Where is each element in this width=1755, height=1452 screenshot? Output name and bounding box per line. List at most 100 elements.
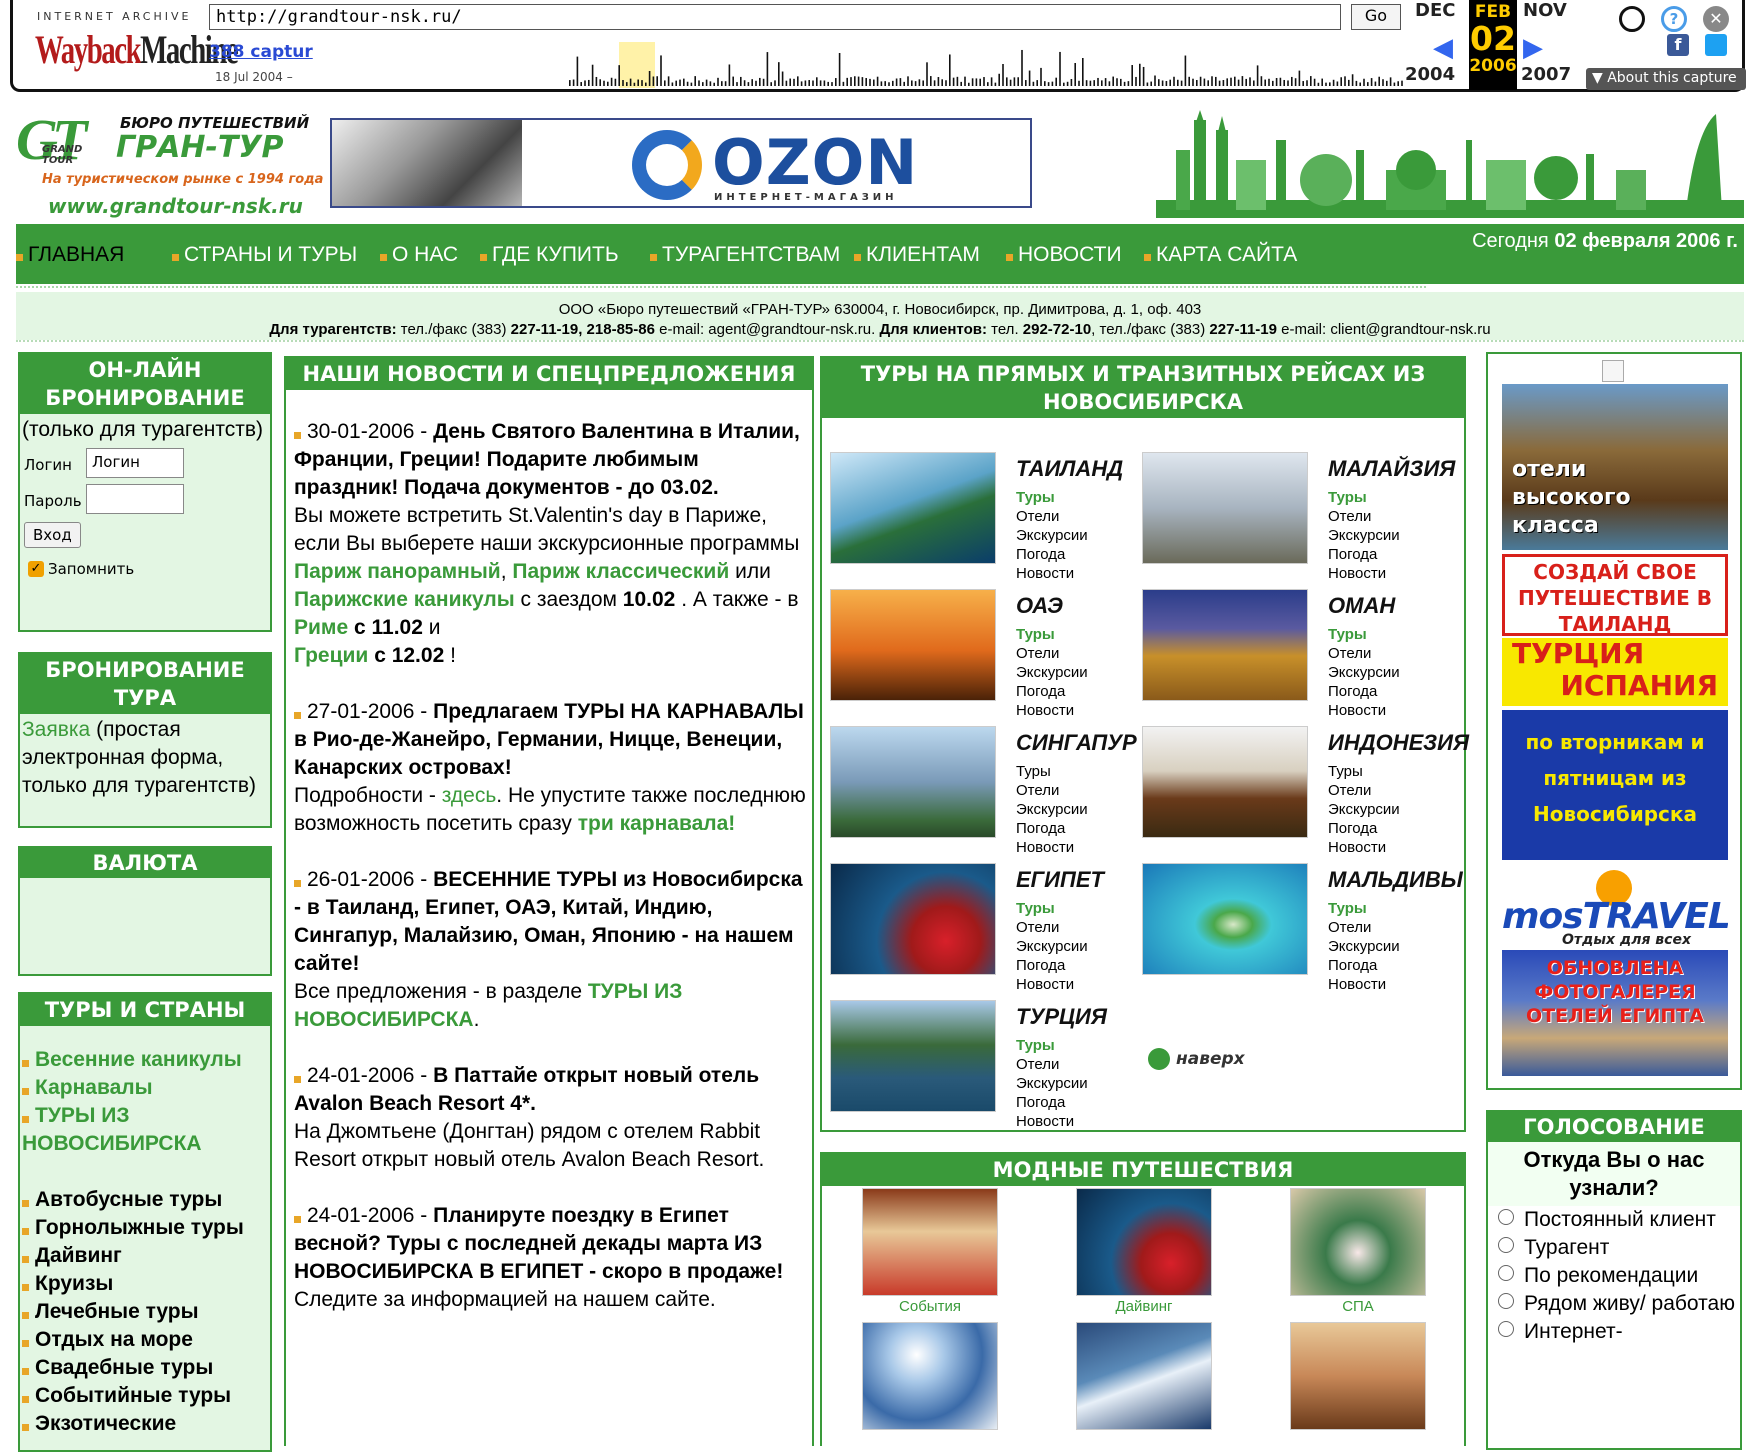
wayback-next-month[interactable]: NOV: [1523, 0, 1567, 21]
fashion-item-fishing[interactable]: [1076, 1322, 1212, 1430]
remember-checkbox[interactable]: ✓: [28, 560, 44, 577]
tour-sublink-hotels[interactable]: Отели: [1016, 644, 1088, 663]
ad-create-trip[interactable]: СОЗДАЙ СВОЕ ПУТЕШЕСТВИЕ В ТАИЛАНД: [1502, 554, 1728, 636]
tour-sublink-excursions[interactable]: Экскурсии: [1328, 663, 1400, 682]
tours-link[interactable]: Событийные туры: [22, 1382, 268, 1410]
poll-option[interactable]: Рядом живу/ работаю: [1488, 1290, 1740, 1318]
tour-booking-link[interactable]: Заявка: [22, 718, 90, 741]
poll-radio[interactable]: [1498, 1321, 1514, 1338]
tours-link[interactable]: Карнавалы: [22, 1074, 268, 1102]
tour-sublink-excursions[interactable]: Экскурсии: [1016, 1074, 1088, 1093]
tours-link[interactable]: Дайвинг: [22, 1242, 268, 1270]
tours-link[interactable]: Горнолыжные туры: [22, 1214, 268, 1242]
tour-country-name[interactable]: ОМАН: [1328, 593, 1395, 619]
fashion-item-spa[interactable]: СПА: [1290, 1188, 1426, 1315]
tour-sublink-excursions[interactable]: Экскурсии: [1016, 937, 1088, 956]
tour-country-name[interactable]: СИНГАПУР: [1016, 730, 1137, 756]
poll-option[interactable]: По рекомендации: [1488, 1262, 1740, 1290]
oman-photo[interactable]: [1142, 589, 1308, 701]
tour-sublink-news[interactable]: Новости: [1328, 701, 1400, 720]
tour-country-name[interactable]: ОАЭ: [1016, 593, 1063, 619]
tours-link[interactable]: Экзотические: [22, 1410, 268, 1438]
ad-flight-days[interactable]: по вторникам и пятницам из Новосибирска: [1502, 710, 1728, 860]
tour-sublink-tours[interactable]: Туры: [1016, 1036, 1088, 1055]
tour-sublink-hotels[interactable]: Отели: [1328, 644, 1400, 663]
wayback-next-year[interactable]: 2007: [1521, 64, 1571, 85]
wayback-url-input[interactable]: http://grandtour-nsk.ru/: [209, 4, 1341, 30]
ozon-banner[interactable]: OZON ИНТЕРНЕТ-МАГАЗИН: [330, 118, 1032, 208]
indonesia-photo[interactable]: [1142, 726, 1308, 838]
singapore-photo[interactable]: [830, 726, 996, 838]
poll-radio[interactable]: [1498, 1209, 1514, 1226]
agents-email[interactable]: e-mail: agent@grandtour-nsk.ru.: [659, 321, 875, 338]
tour-sublink-tours[interactable]: Туры: [1016, 488, 1088, 507]
tour-sublink-tours[interactable]: Туры: [1328, 488, 1400, 507]
poll-option[interactable]: Постоянный клиент: [1488, 1206, 1740, 1234]
tour-country-name[interactable]: МАЛАЙЗИЯ: [1328, 456, 1455, 482]
tour-sublink-news[interactable]: Новости: [1328, 564, 1400, 583]
tour-sublink-hotels[interactable]: Отели: [1328, 507, 1400, 526]
tour-sublink-excursions[interactable]: Экскурсии: [1016, 800, 1088, 819]
tour-sublink-weather[interactable]: Погода: [1016, 682, 1088, 701]
news-link[interactable]: Париж панорамный: [294, 560, 501, 583]
tour-sublink-tours[interactable]: Туры: [1016, 899, 1088, 918]
tour-sublink-tours[interactable]: Туры: [1328, 899, 1400, 918]
ad-luxury-hotels[interactable]: отели высокого класса: [1502, 384, 1728, 550]
tour-sublink-news[interactable]: Новости: [1016, 564, 1088, 583]
tour-sublink-hotels[interactable]: Отели: [1016, 781, 1088, 800]
tours-link[interactable]: Лечебные туры: [22, 1298, 268, 1326]
poll-radio[interactable]: [1498, 1293, 1514, 1310]
nav-item-where-to-buy[interactable]: ГДЕ КУПИТЬ: [480, 243, 619, 267]
tour-sublink-hotels[interactable]: Отели: [1016, 1055, 1088, 1074]
nav-item-news[interactable]: НОВОСТИ: [1006, 243, 1122, 267]
close-icon[interactable]: ✕: [1703, 6, 1729, 32]
tour-country-name[interactable]: ТАИЛАНД: [1016, 456, 1123, 482]
news-link[interactable]: Парижские каникулы: [294, 588, 515, 611]
news-link[interactable]: Греции: [294, 644, 368, 667]
nav-item-about[interactable]: О НАС: [380, 243, 458, 267]
tour-sublink-tours[interactable]: Туры: [1016, 625, 1088, 644]
login-button[interactable]: Вход: [24, 522, 81, 548]
fashion-item-ski[interactable]: [862, 1322, 998, 1430]
tours-link[interactable]: Свадебные туры: [22, 1354, 268, 1382]
wayback-go-button[interactable]: Go: [1351, 4, 1401, 30]
tour-sublink-news[interactable]: Новости: [1016, 975, 1088, 994]
uae-photo[interactable]: [830, 589, 996, 701]
tour-sublink-weather[interactable]: Погода: [1016, 1093, 1088, 1112]
nav-item-home[interactable]: ГЛАВНАЯ: [16, 243, 124, 267]
malaysia-photo[interactable]: [1142, 452, 1308, 564]
poll-option[interactable]: Турагент: [1488, 1234, 1740, 1262]
fashion-item-wedding[interactable]: [1290, 1322, 1426, 1430]
tour-country-name[interactable]: ЕГИПЕТ: [1016, 867, 1104, 893]
tours-link[interactable]: ТУРЫ ИЗ НОВОСИБИРСКА: [22, 1102, 268, 1158]
tour-sublink-weather[interactable]: Погода: [1328, 545, 1400, 564]
tour-sublink-weather[interactable]: Погода: [1016, 819, 1088, 838]
wayback-prev-month[interactable]: DEC: [1415, 0, 1455, 21]
turkey-photo[interactable]: [830, 1000, 996, 1112]
tour-sublink-hotels[interactable]: Отели: [1016, 507, 1088, 526]
tour-sublink-hotels[interactable]: Отели: [1016, 918, 1088, 937]
tour-sublink-weather[interactable]: Погода: [1328, 682, 1400, 701]
tour-sublink-news[interactable]: Новости: [1328, 975, 1400, 994]
tour-sublink-excursions[interactable]: Экскурсии: [1328, 800, 1400, 819]
tour-country-name[interactable]: ТУРЦИЯ: [1016, 1004, 1107, 1030]
nav-item-countries-tours[interactable]: СТРАНЫ И ТУРЫ: [172, 243, 357, 267]
about-capture-button[interactable]: ▼ About this capture: [1586, 68, 1746, 90]
wayback-logo[interactable]: WaybackMachine: [35, 26, 239, 73]
news-link[interactable]: Риме: [294, 616, 348, 639]
wayback-captures-link[interactable]: 388 captur: [209, 42, 313, 62]
tours-link[interactable]: Отдых на море: [22, 1326, 268, 1354]
nav-item-sitemap[interactable]: КАРТА САЙТА: [1144, 243, 1297, 267]
facebook-icon[interactable]: f: [1667, 34, 1689, 56]
tour-sublink-tours[interactable]: Туры: [1016, 762, 1088, 781]
thailand-photo[interactable]: [830, 452, 996, 564]
wayback-next-arrow-icon[interactable]: ▶: [1523, 33, 1543, 63]
poll-option[interactable]: Интернет-: [1488, 1318, 1740, 1346]
tour-sublink-excursions[interactable]: Экскурсии: [1328, 526, 1400, 545]
help-icon[interactable]: ?: [1661, 6, 1687, 32]
ad-turkey-spain[interactable]: ТУРЦИЯ ИСПАНИЯ: [1502, 638, 1728, 706]
poll-radio[interactable]: [1498, 1265, 1514, 1282]
tour-sublink-hotels[interactable]: Отели: [1328, 918, 1400, 937]
poll-radio[interactable]: [1498, 1237, 1514, 1254]
wayback-prev-year[interactable]: 2004: [1405, 64, 1455, 85]
